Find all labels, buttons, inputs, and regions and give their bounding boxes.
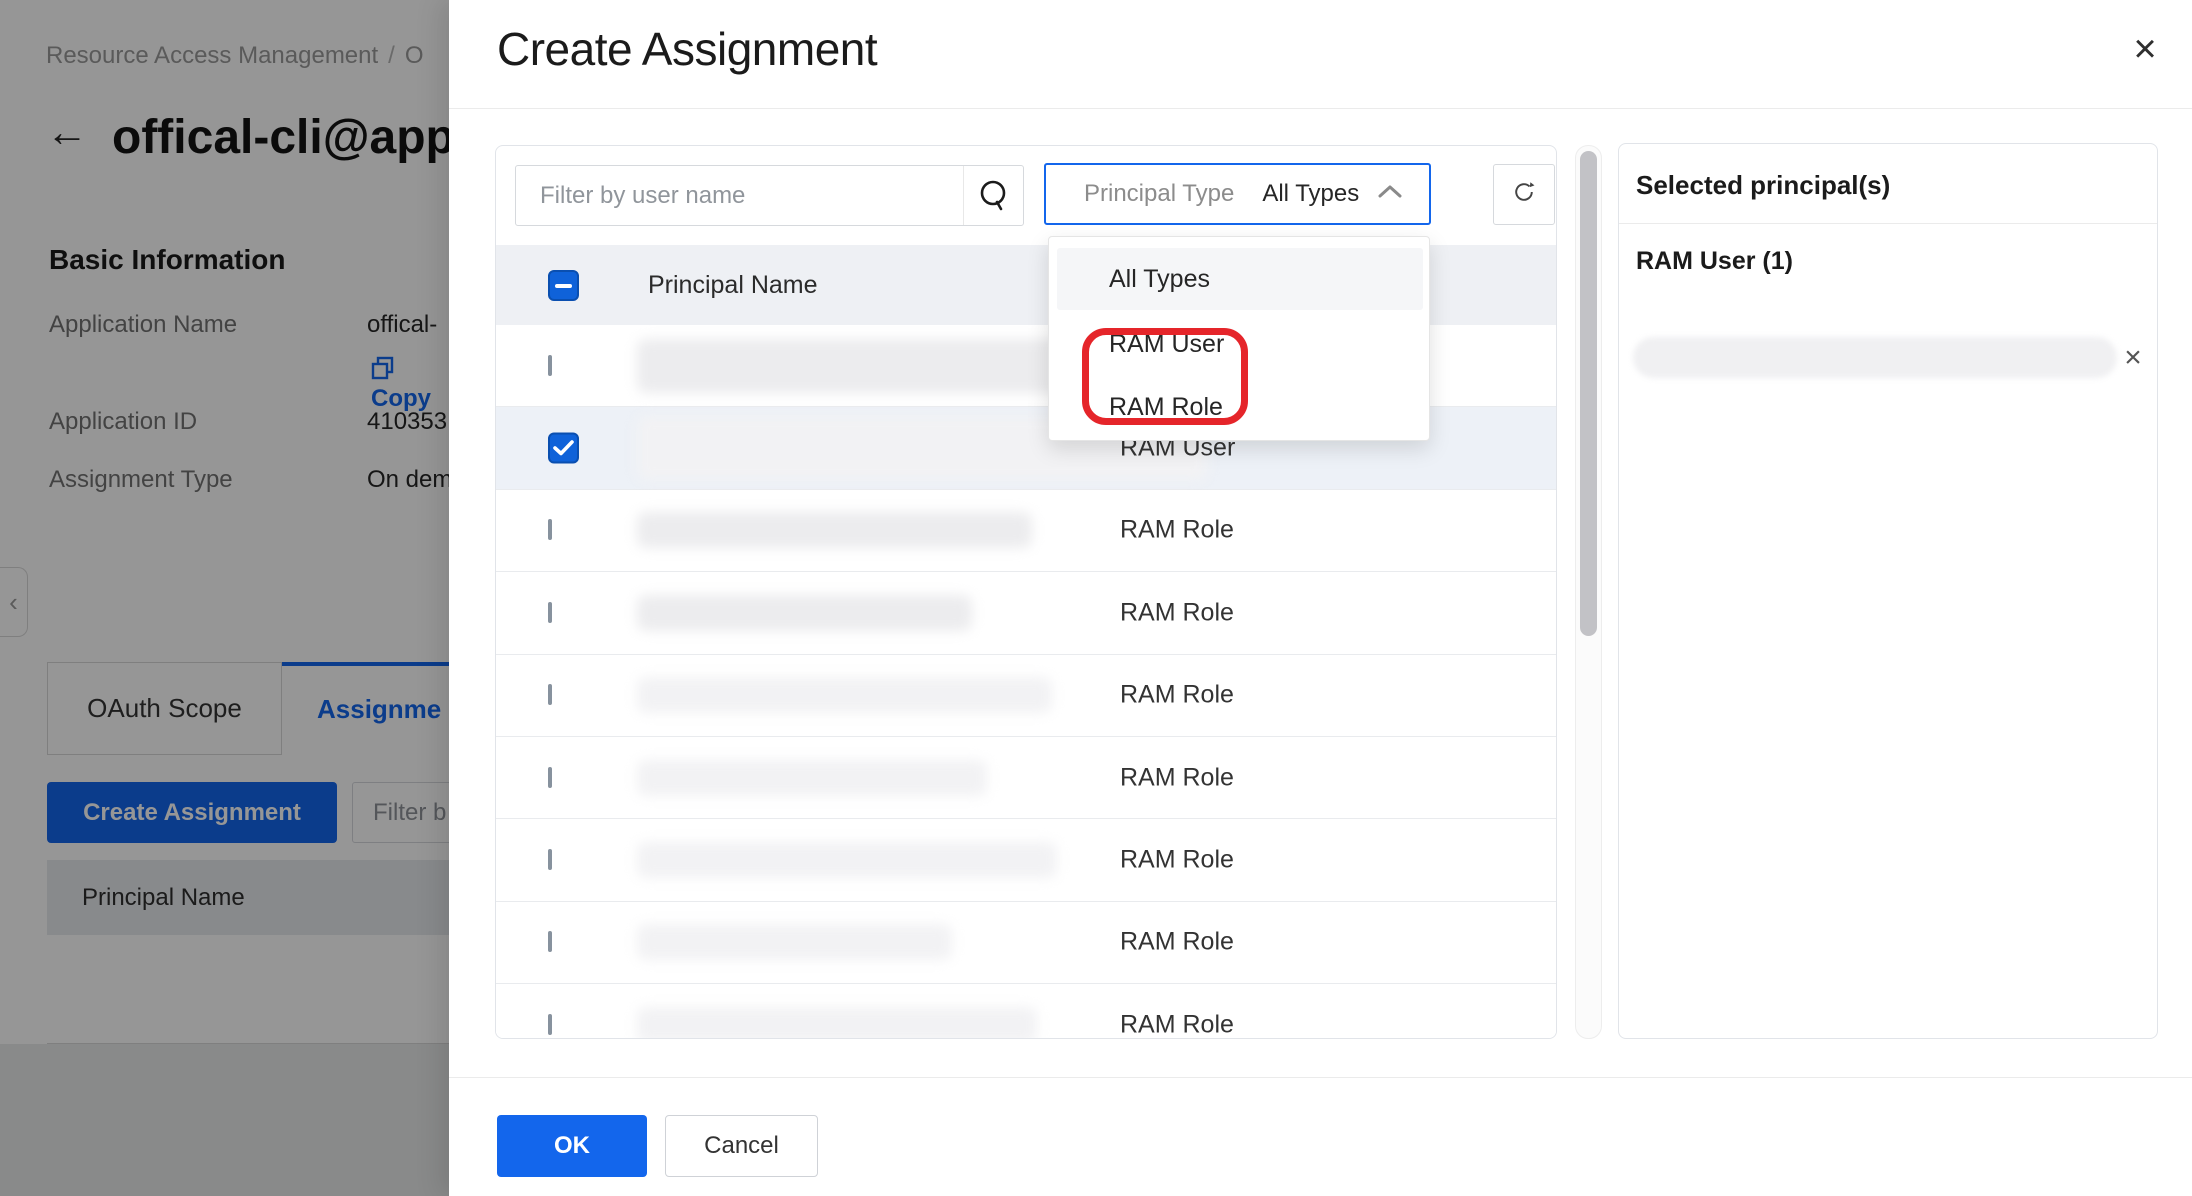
refresh-button[interactable] [1493, 164, 1555, 225]
cancel-button[interactable]: Cancel [665, 1115, 818, 1177]
row-checkbox[interactable] [548, 767, 552, 788]
principal-type-cell: RAM Role [1120, 681, 1234, 710]
principal-type-cell: RAM Role [1120, 1011, 1234, 1039]
redacted-principal-name [637, 512, 1032, 548]
remove-principal-icon[interactable]: × [2117, 342, 2149, 374]
principal-type-cell: RAM Role [1120, 846, 1234, 875]
screen: Resource Access Management/O ← offical-c… [0, 0, 2192, 1196]
menu-item-all-types[interactable]: All Types [1057, 248, 1423, 310]
ok-button[interactable]: OK [497, 1115, 647, 1177]
table-row[interactable]: RAM Role [496, 737, 1557, 819]
principal-type-dropdown-menu: All Types RAM User RAM Role [1048, 236, 1430, 441]
row-checkbox[interactable] [548, 602, 552, 623]
principal-type-select-label: Principal Type [1084, 180, 1234, 208]
principal-type-cell: RAM Role [1120, 928, 1234, 957]
modal-title: Create Assignment [497, 22, 877, 76]
chevron-up-icon [1377, 183, 1403, 206]
select-all-checkbox-indeterminate[interactable] [548, 270, 579, 301]
search-icon[interactable] [976, 178, 1012, 219]
principal-type-cell: RAM Role [1120, 763, 1234, 792]
table-row[interactable]: RAM Role [496, 819, 1557, 901]
table-row[interactable]: RAM Role [496, 572, 1557, 654]
redacted-principal-name [637, 1007, 1037, 1039]
principal-type-select[interactable]: Principal Type All Types [1044, 163, 1431, 225]
create-assignment-modal: Create Assignment × Principal Type All T… [449, 0, 2192, 1196]
modal-backdrop[interactable] [0, 0, 449, 1196]
selected-principals-panel: Selected principal(s) RAM User (1) × [1618, 143, 2158, 1039]
row-checkbox[interactable] [548, 684, 552, 705]
principal-type-cell: RAM Role [1120, 516, 1234, 545]
row-checkbox[interactable] [548, 519, 552, 540]
redacted-principal-name [637, 924, 952, 960]
scrollbar-thumb[interactable] [1580, 151, 1597, 636]
close-icon[interactable]: × [2122, 26, 2168, 72]
panel-divider [1619, 223, 2157, 224]
input-divider [963, 166, 964, 225]
row-checkbox[interactable] [548, 849, 552, 870]
menu-item-ram-role[interactable]: RAM Role [1057, 376, 1423, 438]
menu-item-ram-user[interactable]: RAM User [1057, 313, 1423, 375]
row-checkbox[interactable] [548, 931, 552, 952]
row-checkbox[interactable] [548, 1014, 552, 1035]
modal-table-header-label: Principal Name [648, 271, 818, 300]
redacted-principal-name [637, 760, 987, 796]
selected-principals-title: Selected principal(s) [1636, 170, 1890, 201]
row-checkbox[interactable] [548, 355, 552, 376]
principal-type-select-value: All Types [1262, 180, 1359, 208]
table-row[interactable]: RAM Role [496, 902, 1557, 984]
principal-type-cell: RAM Role [1120, 598, 1234, 627]
indeterminate-mark [555, 284, 572, 288]
redacted-principal-name [637, 842, 1057, 878]
table-row[interactable]: RAM Role [496, 655, 1557, 737]
refresh-icon [1511, 179, 1537, 210]
row-checkbox-checked[interactable] [548, 433, 579, 464]
scrollbar-track[interactable] [1575, 145, 1602, 1039]
table-row[interactable]: RAM Role [496, 490, 1557, 572]
redacted-principal-name [637, 677, 1052, 713]
modal-filter-input[interactable] [515, 165, 1024, 226]
redacted-principal-name [637, 595, 972, 631]
table-row[interactable]: RAM Role [496, 984, 1557, 1039]
redacted-selected-principal [1633, 337, 2117, 378]
selected-group-label: RAM User (1) [1636, 247, 1793, 276]
